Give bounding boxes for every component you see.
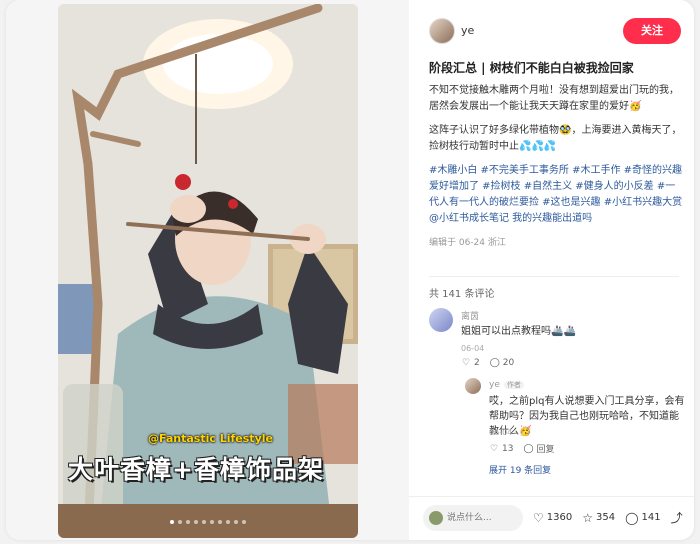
heart-icon: ♡	[489, 443, 499, 454]
chat-bubble-icon: ◯	[489, 358, 500, 368]
comment-text: 姐姐可以出点教程吗🚢🚢	[461, 326, 576, 337]
reply-author-name: ye 作者	[489, 380, 524, 390]
author-avatar[interactable]	[429, 18, 455, 44]
reply-like-count: 13	[502, 443, 514, 454]
note-photo[interactable]: @Fantastic Lifestyle 大叶香樟+香樟饰品架	[58, 4, 358, 538]
bottom-bar: ♡1360 ☆354 ◯141 ⤴	[409, 496, 694, 540]
reply-reply-label: 回复	[536, 445, 555, 455]
note-edited-meta: 编辑于 06-24 浙江	[429, 238, 506, 248]
author-name[interactable]: ye	[461, 24, 474, 37]
carousel-dot[interactable]	[186, 520, 190, 524]
comment-date: 06-04	[461, 344, 485, 353]
comment-like-count: 2	[474, 358, 480, 368]
reply-text: 哎，之前plq有人说想要入门工具分享，会有帮助吗？因为我自己也刚玩哈哈，不知道能…	[489, 396, 685, 437]
reply-actions: ♡ 13 ◯ 回复	[489, 442, 555, 456]
commenter-name[interactable]: 离茵	[461, 309, 479, 322]
engagement-stats: ♡ 1360 ☆ 354 ◯ 141 ⤴	[533, 509, 683, 526]
chat-bubble-icon: ◯	[625, 510, 639, 525]
author-header: ye 关注	[409, 12, 694, 52]
carousel-dot[interactable]	[234, 520, 238, 524]
carousel-dot[interactable]	[202, 520, 206, 524]
comment-reply-count: 20	[502, 358, 515, 368]
author-badge: 作者	[503, 381, 524, 389]
reply-author-avatar[interactable]	[465, 378, 481, 394]
comment-input-wrapper[interactable]	[423, 505, 523, 531]
photo-caption: 大叶香樟+香樟饰品架	[68, 455, 324, 484]
carousel-dot[interactable]	[242, 520, 246, 524]
note-paragraph-2: 这阵子认识了好多绿化带植物🥸，上海要进入黄梅天了，捡树枝行动暂时中止💦💦💦	[429, 125, 682, 152]
comments-count: 141	[641, 512, 661, 523]
note-content: 阶段汇总 | 树枝们不能白白被我捡回家 不知不觉接触木雕两个月啦！没有想到超爱出…	[429, 60, 683, 248]
reply-item: ye 作者 哎，之前plq有人说想要入门工具分享，会有帮助吗？因为我自己也刚玩哈哈…	[465, 378, 685, 462]
heart-icon: ♡	[461, 358, 471, 368]
comment-like-button[interactable]: ♡ 2	[461, 358, 480, 368]
comment-item: 离茵 姐姐可以出点教程吗🚢🚢 06-04 ♡ 2 ◯ 20	[429, 308, 683, 378]
note-paragraph-1: 不知不觉接触木雕两个月啦！没有想到超爱出门玩的我，居然会发展出一个能让我天天蹲在…	[429, 85, 679, 112]
divider	[429, 276, 679, 277]
comment-reply-button[interactable]: ◯ 20	[490, 358, 514, 368]
carousel-dot[interactable]	[210, 520, 214, 524]
note-card: @Fantastic Lifestyle 大叶香樟+香樟饰品架 ye 关注 阶段…	[6, 0, 694, 540]
carousel-dot[interactable]	[218, 520, 222, 524]
carousel-dot[interactable]	[226, 520, 230, 524]
commenter-avatar[interactable]	[429, 308, 453, 332]
comment-count: 共 141 条评论	[429, 289, 495, 300]
share-icon: ⤴	[670, 511, 683, 525]
carousel-dot[interactable]	[170, 520, 174, 524]
comments-button[interactable]: ◯ 141	[625, 511, 661, 525]
carousel-dot[interactable]	[178, 520, 182, 524]
note-sidebar: ye 关注 阶段汇总 | 树枝们不能白白被我捡回家 不知不觉接触木雕两个月啦！没…	[409, 0, 694, 540]
reply-author-label[interactable]: ye	[489, 380, 500, 390]
user-avatar-icon	[429, 511, 443, 525]
media-panel: @Fantastic Lifestyle 大叶香樟+香樟饰品架	[6, 0, 409, 540]
follow-button[interactable]: 关注	[623, 18, 681, 44]
expand-replies-link[interactable]: 展开 19 条回复	[489, 463, 551, 476]
collect-button[interactable]: ☆ 354	[582, 511, 615, 525]
comment-actions: ♡ 2 ◯ 20	[461, 358, 514, 368]
reply-like-button[interactable]: ♡ 13	[489, 443, 514, 454]
collect-count: 354	[595, 512, 616, 523]
reply-date: 06-04	[489, 428, 513, 437]
comment-input[interactable]	[447, 509, 519, 527]
reply-reply-button[interactable]: ◯ 回复	[523, 442, 555, 456]
carousel-dot[interactable]	[194, 520, 198, 524]
note-title: 阶段汇总 | 树枝们不能白白被我捡回家	[429, 61, 634, 75]
chat-bubble-icon: ◯	[523, 443, 534, 454]
like-button[interactable]: ♡ 1360	[533, 511, 572, 525]
carousel-indicator	[58, 520, 358, 524]
share-button[interactable]: ⤴	[671, 509, 683, 526]
watermark-text: @Fantastic Lifestyle	[148, 432, 273, 445]
heart-icon: ♡	[533, 510, 544, 525]
star-icon: ☆	[582, 510, 593, 525]
note-tags[interactable]: #木雕小白 #不完美手工事务所 #木工手作 #奇怪的兴趣爱好增加了 #捡树枝 #…	[429, 163, 683, 227]
like-count: 1360	[546, 512, 573, 523]
